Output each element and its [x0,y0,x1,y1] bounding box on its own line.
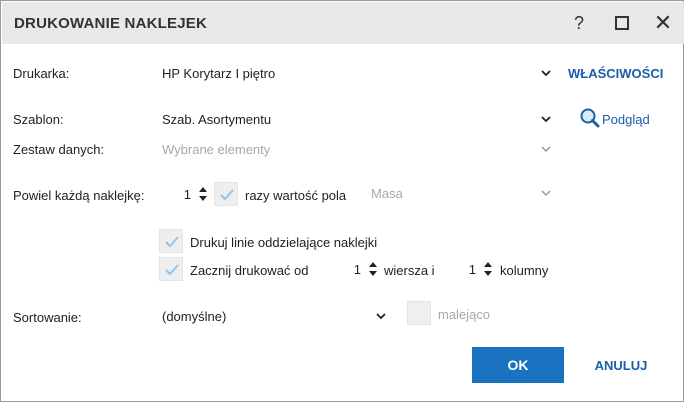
checkmark-icon [165,264,179,276]
printer-label: Drukarka: [13,66,70,81]
start-label: Zacznij drukować od [190,263,309,278]
help-button[interactable]: ? [566,10,592,36]
repeat-count-stepper[interactable]: 1 [156,182,211,206]
field-value: Masa [371,186,403,201]
properties-link[interactable]: WŁAŚCIWOŚCI [568,66,663,81]
sorting-label: Sortowanie: [13,310,82,325]
column-label: kolumny [500,263,549,278]
title-bar: DRUKOWANIE NAKLEJEK ? ✕ [2,2,684,44]
row-value: 1 [353,262,361,277]
multiply-label: razy wartość pola [245,188,347,203]
column-value: 1 [468,262,476,277]
template-value: Szab. Asortymentu [162,112,272,127]
preview-link[interactable]: Podgląd [602,112,650,127]
stepper-arrows-icon[interactable] [197,185,209,203]
template-select[interactable]: Szab. Asortymentu [156,106,559,132]
dataset-label: Zestaw danych: [13,142,105,157]
cancel-button[interactable]: ANULUJ [579,347,663,383]
row-stepper[interactable]: 1 [326,257,381,281]
chevron-down-icon [541,70,551,77]
magnifier-icon[interactable] [579,107,601,129]
close-button[interactable]: ✕ [650,10,676,36]
multiply-by-field-checkbox[interactable] [214,182,238,206]
maximize-icon [615,16,629,30]
dialog-title: DRUKOWANIE NAKLEJEK [14,15,207,32]
start-position-checkbox[interactable] [159,257,183,281]
sorting-value: (domyślne) [162,309,227,324]
checkmark-icon [220,189,234,201]
dataset-select: Wybrane elementy [156,136,559,162]
printer-value: HP Korytarz I piętro [162,66,276,81]
stepper-arrows-icon[interactable] [367,260,379,278]
repeat-label: Powiel każdą naklejkę: [13,188,145,203]
printer-select[interactable]: HP Korytarz I piętro [156,60,559,86]
row-label: wiersza i [384,263,435,278]
print-lines-checkbox[interactable] [159,229,183,253]
print-lines-label: Drukuj linie oddzielające naklejki [190,235,378,250]
chevron-down-icon [541,146,551,153]
dialog-window: DRUKOWANIE NAKLEJEK ? ✕ Drukarka: HP Kor… [0,0,684,402]
checkmark-icon [165,236,179,248]
chevron-down-icon [541,190,551,197]
descending-checkbox[interactable] [407,301,431,325]
field-select: Masa [365,180,559,206]
chevron-down-icon [541,116,551,123]
descending-label: malejąco [438,307,491,322]
column-stepper[interactable]: 1 [441,257,496,281]
chevron-down-icon [376,313,386,320]
maximize-button[interactable] [609,10,635,36]
dataset-value: Wybrane elementy [162,142,271,157]
template-label: Szablon: [13,112,64,127]
sorting-select[interactable]: (domyślne) [156,303,394,329]
repeat-count-value: 1 [183,187,191,202]
stepper-arrows-icon[interactable] [482,260,494,278]
ok-button[interactable]: OK [472,347,564,383]
